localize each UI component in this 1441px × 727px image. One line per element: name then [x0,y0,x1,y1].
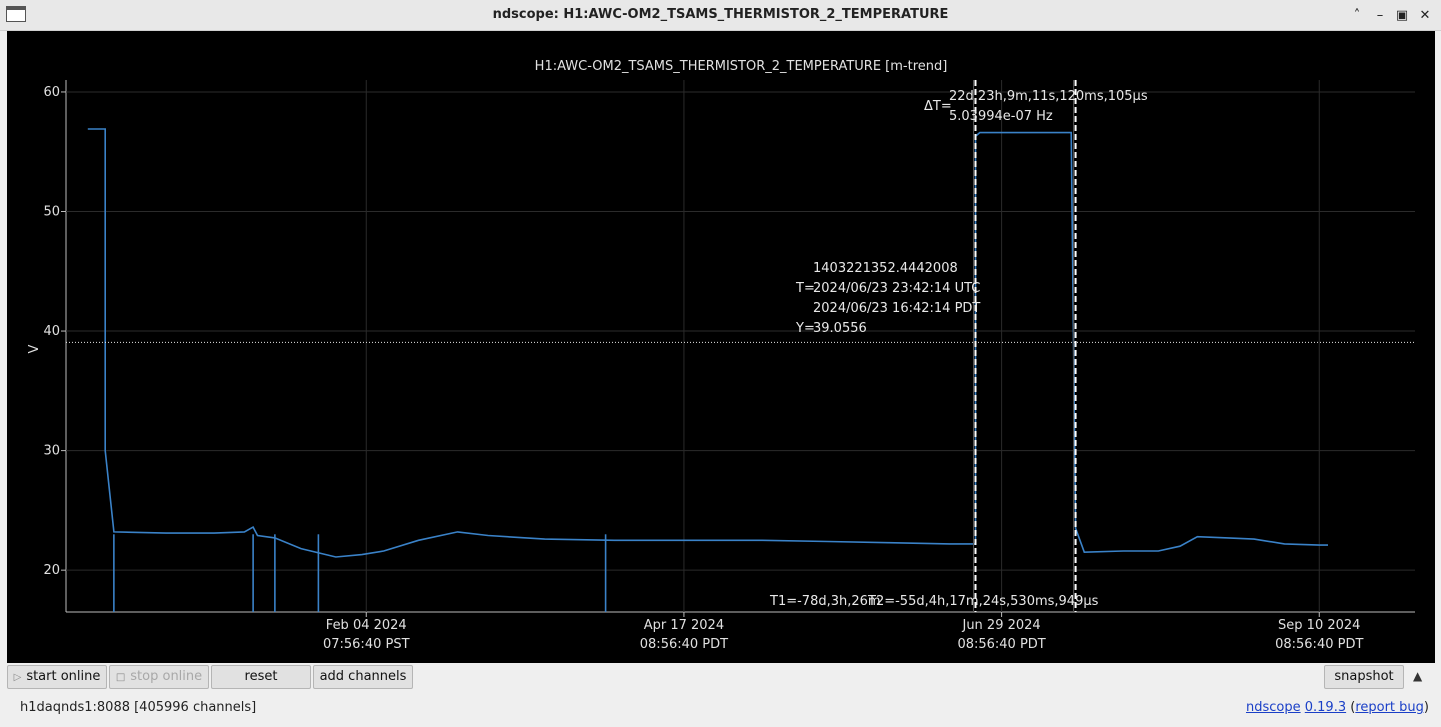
report-bug-link[interactable]: report bug [1355,700,1424,715]
app-name-link[interactable]: ndscope [1246,700,1301,715]
x-tick-label-time: 08:56:40 PDT [957,637,1045,652]
add-channels-button[interactable]: add channels [313,665,413,689]
y-axis-label: V [27,344,42,353]
stop-online-button[interactable]: □ stop online [109,665,209,689]
start-online-button[interactable]: ▷ start online [7,665,107,689]
play-icon: ▷ [13,672,22,683]
maximize-icon[interactable]: ▣ [1391,5,1413,27]
t2-cursor-label: T2=-55d,4h,17m,24s,530ms,949μs [867,594,1099,609]
y-tick-label: 20 [43,563,60,578]
trend-plot[interactable]: H1:AWC-OM2_TSAMS_THERMISTOR_2_TEMPERATUR… [7,31,1435,663]
y-tick-label: 60 [43,85,60,100]
t1-cursor-label: T1=-78d,3h,26m [769,594,881,609]
x-tick-label-date: Sep 10 2024 [1278,618,1360,633]
version-info: ndscope 0.19.3 (report bug) [1245,700,1429,715]
expand-triangle-icon[interactable]: ▲ [1413,669,1427,683]
crosshair-t-label: T= [795,281,815,296]
plot-grid [65,80,1415,613]
x-tick-label-time: 08:56:40 PDT [1275,637,1363,652]
snapshot-button[interactable]: snapshot [1324,665,1404,689]
crosshair-y-value: 39.0556 [813,321,867,336]
delta-t-value: 22d,23h,9m,11s,120ms,105μs [949,89,1148,104]
window-title: ndscope: H1:AWC-OM2_TSAMS_THERMISTOR_2_T… [492,7,949,22]
shade-icon[interactable]: – [1369,5,1391,27]
crosshair-y-label: Y= [795,321,815,336]
plot-area[interactable]: H1:AWC-OM2_TSAMS_THERMISTOR_2_TEMPERATUR… [7,31,1435,663]
y-tick-label: 30 [43,444,60,459]
delta-t-frequency: 5.03994e-07 Hz [949,109,1053,124]
x-tick-label-time: 08:56:40 PDT [640,637,728,652]
server-status: h1daqnds1:8088 [405996 channels] [20,700,257,715]
minimize-icon[interactable]: ˄ [1346,5,1368,27]
y-tick-label: 50 [43,205,60,220]
y-tick-label: 40 [43,324,60,339]
reset-button[interactable]: reset [211,665,311,689]
x-tick-label-date: Feb 04 2024 [326,618,407,633]
window-titlebar: ndscope: H1:AWC-OM2_TSAMS_THERMISTOR_2_T… [0,0,1441,31]
delta-t-label: ΔT= [924,99,952,114]
x-tick-label-time: 07:56:40 PST [323,637,410,652]
crosshair-utc: 2024/06/23 23:42:14 UTC [813,281,980,296]
y-axis-ticks: 20 30 40 50 60 [43,85,66,578]
version-link[interactable]: 0.19.3 [1305,700,1346,715]
x-axis-ticks: Feb 04 2024 07:56:40 PST Apr 17 2024 08:56:… [323,612,1363,652]
crosshair-gps: 1403221352.4442008 [813,261,958,276]
crosshair-local: 2024/06/23 16:42:14 PDT [813,301,980,316]
series-line [87,128,1328,558]
plot-title: H1:AWC-OM2_TSAMS_THERMISTOR_2_TEMPERATUR… [535,59,948,74]
start-online-label: start online [26,669,101,684]
dropout-lines [113,534,607,612]
stop-icon: □ [115,672,126,683]
x-tick-label-date: Apr 17 2024 [644,618,724,633]
close-icon[interactable]: ✕ [1414,5,1436,27]
stop-online-label: stop online [130,669,203,684]
x-tick-label-date: Jun 29 2024 [961,618,1040,633]
